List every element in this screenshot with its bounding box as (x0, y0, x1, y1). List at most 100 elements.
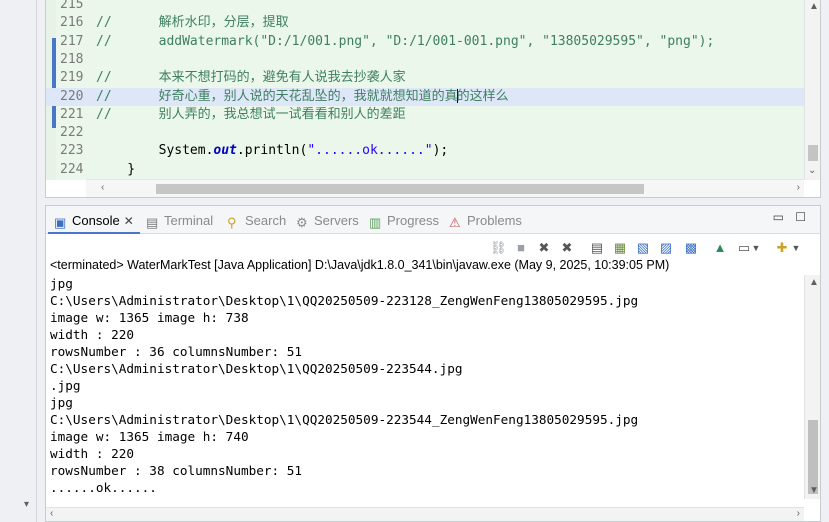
progress-icon: ▥ (369, 215, 382, 230)
line-number: 220 (60, 88, 84, 104)
code-token: out (213, 143, 237, 159)
left-divider (36, 0, 37, 522)
console-output-line: jpg (50, 395, 73, 410)
tab-label: Problems (467, 213, 522, 228)
code-line[interactable]: 221 // 别人弄的，我总想试一试看看和别人的差距 (46, 106, 804, 124)
editor-text-area[interactable]: 215 216 // 解析水印，分层，提取 217 // addWatermark("D… (46, 0, 804, 180)
line-number: 221 (60, 106, 84, 122)
editor-horizontal-scrollbar[interactable]: ‹ › (86, 179, 804, 197)
console-output-line: C:\Users\Administrator\Desktop\1\QQ20250… (50, 412, 639, 427)
code-text: // 好奇心重，别人说的天花乱坠的，我就就想知道的真的这样么 (96, 88, 509, 106)
code-line[interactable]: 224 } (46, 161, 804, 179)
chevron-right-icon[interactable]: › (797, 509, 800, 519)
line-number: 218 (60, 51, 84, 67)
tab-label: Servers (314, 213, 359, 228)
pin-console-icon[interactable]: ▲ (712, 240, 728, 256)
ide-window: ▾ 215 216 // 解析水印，分层，提取 217 // addWatermark(… (0, 0, 829, 522)
console-output-line: .jpg (50, 378, 81, 393)
display-console-icon[interactable]: ▭ (736, 240, 752, 256)
chevron-right-icon[interactable]: › (797, 183, 800, 193)
console-output-line: rowsNumber : 36 columnsNumber: 51 (50, 344, 303, 359)
code-line[interactable]: 216 // 解析水印，分层，提取 (46, 14, 804, 32)
remove-launch-icon[interactable]: ✖ (536, 240, 552, 256)
scroll-lock-icon[interactable]: ▤ (589, 240, 605, 256)
code-text: // addWatermark("D:/1/001.png", "D:/1/00… (96, 33, 714, 51)
clear-icon[interactable]: ▩ (683, 240, 699, 256)
editor-horizontal-scroll-thumb[interactable] (156, 184, 644, 194)
tab-console[interactable]: ▣ Console ✕ (54, 211, 134, 231)
scroll-up-icon[interactable]: ▲ (809, 278, 819, 288)
code-line[interactable]: 222 (46, 124, 804, 142)
tab-label: Search (245, 213, 287, 228)
code-line[interactable]: 218 (46, 51, 804, 69)
code-token: // addWatermark("D:/1/001.png", "D:/1/00… (96, 33, 715, 49)
console-output[interactable]: jpg C:\Users\Administrator\Desktop\1\QQ20… (46, 275, 804, 507)
chevron-down-icon[interactable]: ⌄ (808, 166, 816, 176)
code-line[interactable]: 215 (46, 0, 804, 14)
tab-problems[interactable]: ⚠ Problems (449, 211, 522, 231)
editor-vertical-scrollbar[interactable]: ▲ ⌄ (804, 0, 820, 180)
maximize-icon[interactable]: ☐ (795, 210, 806, 224)
line-number: 219 (60, 70, 84, 86)
code-line[interactable]: 220 // 好奇心重，别人说的天花乱坠的，我就就想知道的真的这样么 (46, 87, 804, 106)
chevron-down-icon[interactable]: ▾ (24, 499, 29, 510)
console-output-line: jpg (50, 276, 73, 291)
scroll-up-icon[interactable]: ▲ (809, 2, 819, 12)
console-vertical-scrollbar[interactable]: ▲ ▼ (804, 275, 820, 499)
console-view: ▭ ☐ ▣ Console ✕ ▤ Terminal ⚲ Search ⚙ Servers ▥ Pr… (45, 205, 821, 522)
console-horizontal-scrollbar[interactable]: ‹ › (46, 507, 804, 521)
problems-icon: ⚠ (449, 215, 461, 230)
code-text: System.out.println("......ok......"); (96, 142, 449, 160)
code-token: System. (96, 143, 214, 159)
scroll-down-icon[interactable]: ▼ (809, 486, 819, 496)
tab-label: Console (72, 213, 120, 228)
line-number: 222 (60, 125, 84, 141)
code-token: // 本来不想打码的，避免有人说我去抄袭人家 (96, 70, 406, 86)
console-output-line: C:\Users\Administrator\Desktop\1\QQ20250… (50, 361, 463, 376)
view-tab-bar: ▭ ☐ ▣ Console ✕ ▤ Terminal ⚲ Search ⚙ Servers ▥ Pr… (46, 206, 820, 234)
dropdown-arrow-icon[interactable]: ▼ (791, 240, 801, 256)
line-number: 223 (60, 143, 84, 159)
console-vertical-scroll-thumb[interactable] (808, 420, 818, 494)
code-token: 的这样么 (456, 88, 509, 104)
dropdown-arrow-icon[interactable]: ▼ (751, 240, 761, 256)
launch-status: <terminated> WaterMarkTest [Java Applica… (50, 258, 670, 272)
tab-search[interactable]: ⚲ Search (227, 211, 286, 231)
show-on-output-icon[interactable]: ▦ (612, 240, 628, 256)
code-token: "......ok......" (307, 143, 433, 159)
code-text: // 本来不想打码的，避免有人说我去抄袭人家 (96, 69, 406, 87)
terminal-icon: ▤ (146, 215, 159, 230)
chevron-left-icon[interactable]: ‹ (101, 183, 104, 193)
pin-icon[interactable]: ▧ (635, 240, 651, 256)
code-editor[interactable]: 215 216 // 解析水印，分层，提取 217 // addWatermark("D… (45, 0, 821, 198)
open-console-icon[interactable]: ✚ (774, 240, 790, 256)
code-token: .println( (236, 143, 308, 159)
code-line[interactable]: 219 // 本来不想打码的，避免有人说我去抄袭人家 (46, 69, 804, 87)
line-number: 224 (60, 161, 84, 177)
tab-progress[interactable]: ▥ Progress (369, 211, 439, 231)
tab-servers[interactable]: ⚙ Servers (296, 211, 359, 231)
close-icon[interactable]: ✕ (124, 214, 134, 228)
code-token: // 好奇心重，别人说的天花乱坠的，我就就想知道的真 (96, 88, 458, 104)
minimize-icon[interactable]: ▭ (773, 210, 784, 224)
line-number: 217 (60, 33, 84, 49)
line-number: 216 (60, 15, 84, 31)
code-text: // 解析水印，分层，提取 (96, 14, 289, 32)
link-icon[interactable]: ⛓ (490, 240, 507, 256)
tab-label: Progress (387, 213, 440, 228)
console-output-line: rowsNumber : 38 columnsNumber: 51 (50, 463, 303, 478)
word-wrap-icon[interactable]: ▨ (658, 240, 674, 256)
search-icon: ⚲ (227, 215, 237, 230)
tab-terminal[interactable]: ▤ Terminal (146, 211, 213, 231)
code-line[interactable]: 217 // addWatermark("D:/1/001.png", "D:/1… (46, 33, 804, 51)
editor-vertical-scroll-thumb[interactable] (808, 145, 818, 161)
code-line[interactable]: 223 System.out.println("......ok......")… (46, 142, 804, 160)
remove-all-icon[interactable]: ✖ (559, 240, 575, 256)
code-token: // 别人弄的，我总想试一试看看和别人的差距 (96, 106, 406, 122)
chevron-left-icon[interactable]: ‹ (50, 509, 53, 519)
console-output-line: image w: 1365 image h: 740 (50, 429, 249, 444)
tab-label: Terminal (164, 213, 214, 228)
terminate-icon[interactable]: ■ (513, 240, 529, 256)
code-text: // 别人弄的，我总想试一试看看和别人的差距 (96, 106, 406, 124)
console-output-line: image w: 1365 image h: 738 (50, 310, 249, 325)
